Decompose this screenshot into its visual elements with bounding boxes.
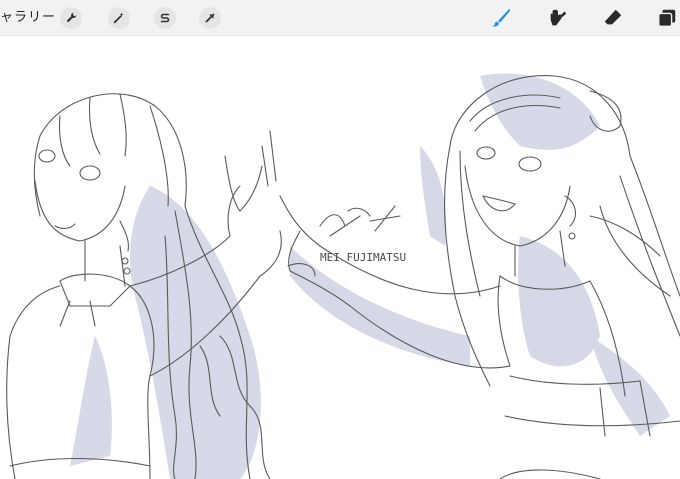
signature-text: MEI FUJIMATSU	[320, 251, 406, 264]
magic-wand-icon	[113, 12, 124, 24]
arrow-cursor-icon	[205, 13, 215, 23]
smudge-icon	[550, 9, 567, 26]
top-toolbar: ャラリー	[0, 0, 680, 36]
wrench-icon	[66, 12, 77, 23]
selection-s-icon	[160, 13, 170, 23]
actions-button[interactable]	[60, 7, 82, 29]
layers-button[interactable]	[655, 6, 679, 30]
eraser-tool-button[interactable]	[601, 6, 625, 30]
sketch-artwork: MEI FUJIMATSU	[6, 73, 680, 479]
brush-icon	[491, 8, 511, 27]
brush-tool-button[interactable]	[489, 6, 513, 30]
gallery-button[interactable]: ャラリー	[0, 0, 56, 35]
layers-icon	[658, 9, 676, 27]
selection-button[interactable]	[154, 7, 176, 29]
eraser-icon	[604, 9, 622, 25]
drawing-canvas[interactable]: MEI FUJIMATSU	[0, 36, 680, 479]
adjustments-button[interactable]	[108, 7, 130, 29]
smudge-tool-button[interactable]	[546, 6, 570, 30]
transform-button[interactable]	[199, 7, 221, 29]
